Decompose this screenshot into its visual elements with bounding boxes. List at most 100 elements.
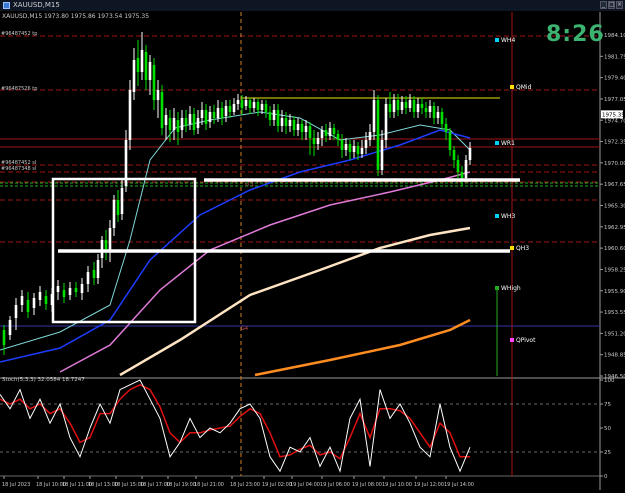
candle-body bbox=[240, 100, 244, 108]
level-label: QMid bbox=[516, 84, 532, 91]
candle-body bbox=[292, 120, 296, 130]
candle-body bbox=[172, 118, 176, 130]
candle-body bbox=[456, 160, 460, 172]
candle-body bbox=[368, 132, 372, 140]
level-marker bbox=[510, 85, 514, 89]
time-tick-label: 18 Jul 21:00 bbox=[194, 482, 224, 488]
level-marker bbox=[510, 338, 514, 342]
candle-body bbox=[108, 228, 112, 250]
candle-body bbox=[448, 132, 452, 150]
level-label: WH4 bbox=[501, 37, 515, 44]
price-tick-label: 1955.90 bbox=[604, 289, 625, 295]
candle-body bbox=[464, 160, 468, 178]
price-tick-label: 1958.25 bbox=[604, 267, 625, 273]
oscillator-label: Stoch(5,3,3) 32.0584 18.7247 bbox=[2, 377, 85, 383]
candle-body bbox=[416, 104, 420, 112]
time-tick-label: 19 Jul 14:00 bbox=[444, 482, 474, 488]
price-tick-label: 1984.10 bbox=[604, 33, 625, 39]
candle-body bbox=[404, 102, 408, 108]
time-tick-label: 19 Jul 06:00 bbox=[320, 482, 350, 488]
candle-body bbox=[348, 144, 352, 152]
candle-body bbox=[372, 100, 376, 132]
candle-body bbox=[300, 124, 304, 132]
candle-body bbox=[312, 138, 316, 144]
order-sub-label: sl 1 bbox=[245, 182, 254, 188]
candle-body bbox=[316, 138, 320, 144]
candle-body bbox=[296, 124, 300, 130]
candle-body bbox=[132, 60, 136, 92]
level-label: QPivot bbox=[516, 337, 536, 344]
candle-body bbox=[256, 102, 260, 110]
level-label: QH3 bbox=[516, 245, 529, 252]
time-tick-label: 18 Jul 2023 bbox=[2, 482, 30, 488]
time-tick-label: 19 Jul 12:00 bbox=[414, 482, 444, 488]
price-chart[interactable]: 1984.10 1981.75 1979.40 1977.05 1974.70 1972.… bbox=[0, 0, 625, 493]
candle-body bbox=[272, 110, 276, 120]
price-tick-label: 1972.35 bbox=[604, 140, 625, 146]
level-marker bbox=[495, 214, 499, 218]
candle-body bbox=[74, 288, 78, 292]
level-label: WHigh bbox=[501, 285, 521, 292]
candle-body bbox=[344, 144, 348, 150]
candle-body bbox=[444, 124, 448, 132]
candle-body bbox=[432, 106, 436, 118]
candle-body bbox=[86, 272, 90, 284]
time-tick-label: 18 Jul 23:00 bbox=[230, 482, 260, 488]
candle-body bbox=[14, 305, 18, 318]
candle-body bbox=[320, 130, 324, 138]
order-label: #96487348 sl bbox=[1, 166, 36, 172]
candle-body bbox=[340, 140, 344, 150]
candle-body bbox=[308, 126, 312, 138]
candle-body bbox=[156, 90, 160, 100]
candle-body bbox=[392, 100, 396, 112]
candle-body bbox=[148, 62, 152, 80]
candle-body bbox=[420, 104, 424, 108]
candle-body bbox=[188, 114, 192, 124]
candle-body bbox=[364, 140, 368, 148]
candle-body bbox=[224, 106, 228, 116]
osc-tick-label: 75 bbox=[604, 402, 611, 408]
candle-body bbox=[68, 288, 72, 295]
candle-body bbox=[244, 100, 248, 106]
candle-body bbox=[164, 115, 168, 125]
candle-body bbox=[304, 126, 308, 132]
candle-body bbox=[152, 65, 156, 100]
candle-body bbox=[388, 104, 392, 112]
candle-body bbox=[168, 118, 172, 130]
order-sub-label: G4 bbox=[241, 326, 248, 332]
candle-body bbox=[136, 58, 140, 72]
candle-body bbox=[352, 146, 356, 152]
time-tick-label: 19 Jul 10:00 bbox=[382, 482, 412, 488]
candle-body bbox=[44, 296, 48, 304]
order-label: #96487452 tp bbox=[1, 31, 37, 37]
candle-body bbox=[268, 112, 272, 120]
candle-body bbox=[332, 128, 336, 134]
candle-body bbox=[160, 92, 164, 128]
candle-body bbox=[26, 300, 30, 312]
candle-body bbox=[236, 100, 240, 104]
stoch-signal-line bbox=[0, 383, 470, 460]
time-tick-label: 18 Jul 19:00 bbox=[166, 482, 196, 488]
candle-body bbox=[220, 108, 224, 118]
candle-body bbox=[180, 118, 184, 130]
candle-body bbox=[384, 104, 388, 140]
price-tick-label: 1970.00 bbox=[604, 161, 625, 167]
candle-body bbox=[288, 120, 292, 126]
time-tick-label: 19 Jul 04:00 bbox=[290, 482, 320, 488]
current-price-value: 1975.35 bbox=[602, 112, 625, 118]
candle-body bbox=[360, 148, 364, 154]
price-tick-label: 1979.40 bbox=[604, 76, 625, 82]
osc-tick-label: 50 bbox=[604, 426, 611, 432]
candle-body bbox=[208, 112, 212, 122]
candle-body bbox=[380, 140, 384, 170]
candle-body bbox=[440, 112, 444, 124]
candle-body bbox=[32, 298, 36, 308]
candle-body bbox=[468, 148, 472, 160]
candle-body bbox=[436, 112, 440, 118]
candle-body bbox=[92, 270, 96, 278]
candle-body bbox=[284, 118, 288, 126]
candle-body bbox=[80, 284, 84, 293]
candle-body bbox=[396, 100, 400, 110]
ema-fast-line bbox=[0, 111, 471, 351]
level-marker bbox=[510, 246, 514, 250]
